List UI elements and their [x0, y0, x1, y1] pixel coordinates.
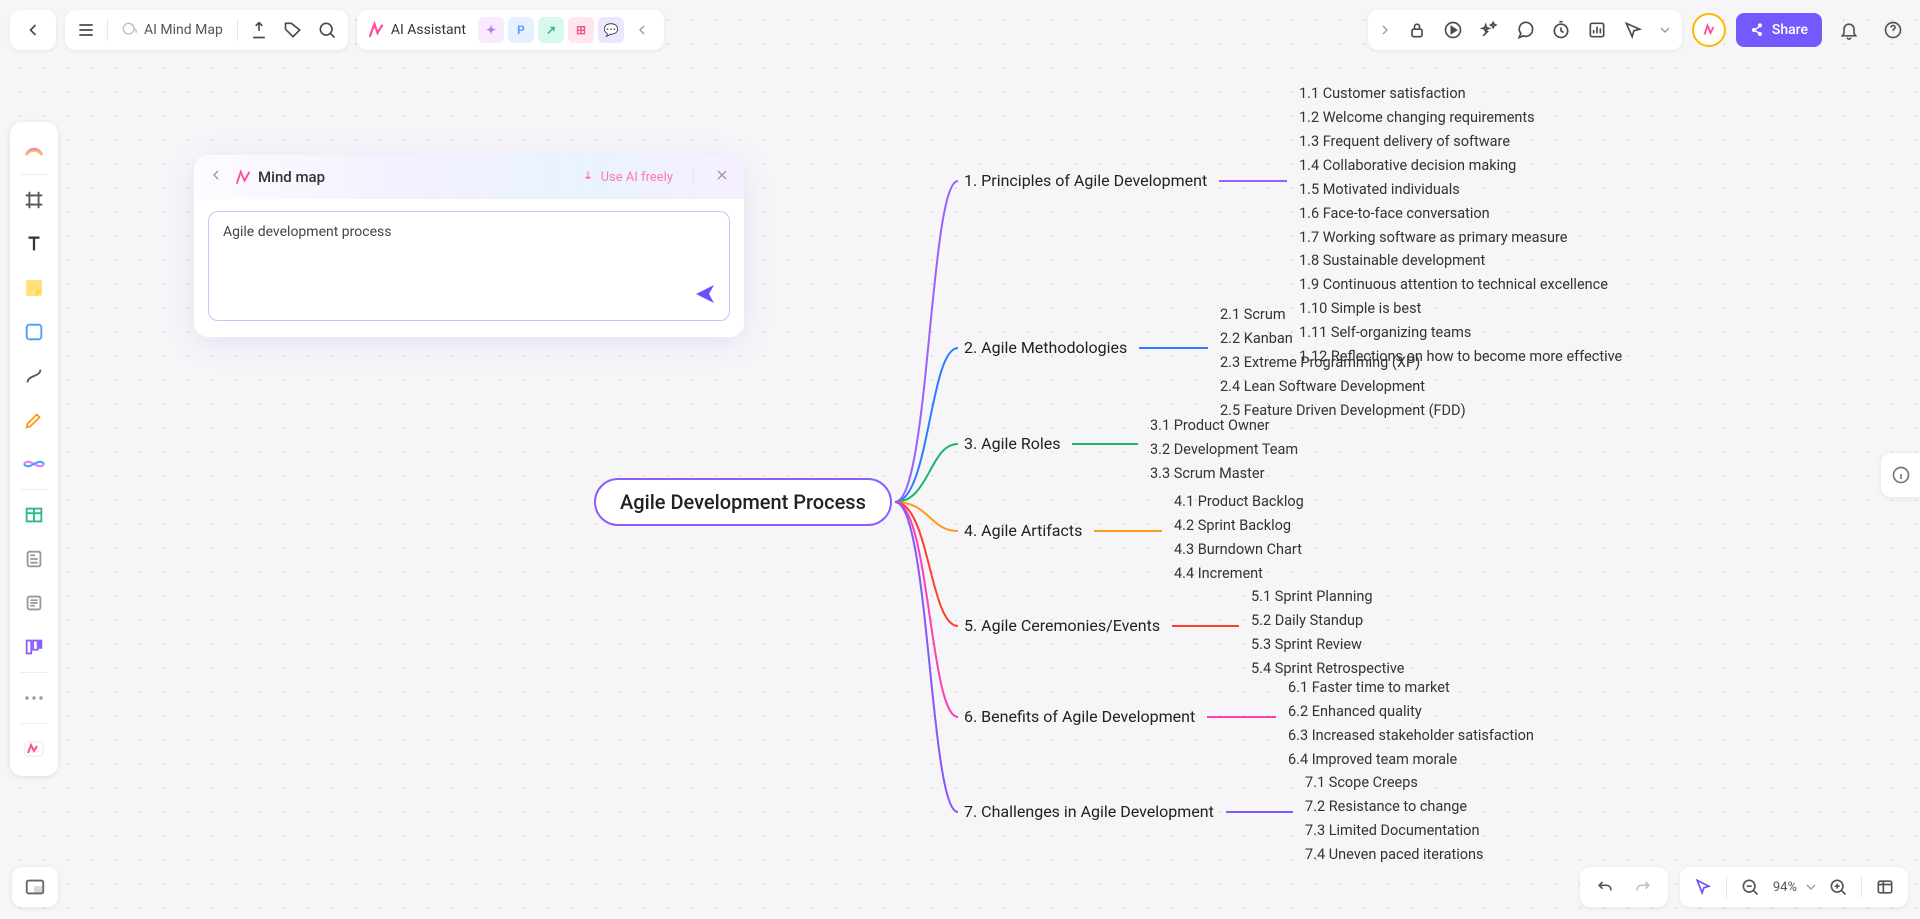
right-collapse[interactable]	[1372, 13, 1398, 47]
view-group: 94%	[1680, 867, 1908, 907]
user-avatar[interactable]	[1692, 13, 1726, 47]
branch-label-2[interactable]: 2. Agile Methodologies	[964, 334, 1127, 361]
tool-apps[interactable]	[15, 730, 53, 768]
timer-button[interactable]	[1544, 13, 1578, 47]
chip-2[interactable]: P	[508, 17, 534, 43]
tool-frame[interactable]	[15, 181, 53, 219]
tool-sticky[interactable]	[15, 269, 53, 307]
chip-5[interactable]: 💬	[598, 17, 624, 43]
history-group	[1580, 867, 1668, 907]
ai-card-back[interactable]	[208, 167, 224, 187]
ai-send-button[interactable]	[693, 282, 717, 310]
minimap-button[interactable]	[12, 867, 58, 907]
cursor-mode[interactable]	[1686, 870, 1720, 904]
notifications-button[interactable]	[1832, 13, 1866, 47]
tool-mindmap[interactable]	[15, 445, 53, 483]
toolbar-group-nav	[10, 10, 56, 50]
toolbar-group-right	[1368, 10, 1682, 50]
top-left-toolbar: AI Mind Map AI Assistant ✦ P ↗ ⊞ 💬	[10, 10, 664, 50]
redo-button[interactable]	[1626, 870, 1660, 904]
branch-label-3[interactable]: 3. Agile Roles	[964, 430, 1060, 457]
zoom-out-button[interactable]	[1733, 870, 1767, 904]
bottom-right-controls: 94%	[1580, 867, 1908, 907]
tool-pen[interactable]	[15, 401, 53, 439]
undo-button[interactable]	[1588, 870, 1622, 904]
menu-button[interactable]	[69, 13, 103, 47]
toolbar-group-file: AI Mind Map	[65, 10, 348, 50]
ai-mindmap-card: Mind map Use AI freely Agile development…	[194, 155, 744, 337]
tool-more[interactable]	[15, 679, 53, 717]
tool-kanban[interactable]	[15, 628, 53, 666]
chip-4[interactable]: ⊞	[568, 17, 594, 43]
more-tools-chevron[interactable]	[1652, 13, 1678, 47]
play-button[interactable]	[1436, 13, 1470, 47]
left-toolbar	[10, 122, 58, 776]
fit-view-button[interactable]	[1868, 870, 1902, 904]
ai-card-hint[interactable]: Use AI freely	[580, 169, 673, 185]
chip-1[interactable]: ✦	[478, 17, 504, 43]
comment-button[interactable]	[1508, 13, 1542, 47]
tool-templates[interactable]	[15, 130, 53, 168]
branch-label-1[interactable]: 1. Principles of Agile Development	[964, 167, 1207, 194]
tool-shape[interactable]	[15, 313, 53, 351]
mindmap-root-node[interactable]: Agile Development Process	[594, 478, 892, 526]
tool-table[interactable]	[15, 496, 53, 534]
file-title[interactable]: AI Mind Map	[112, 22, 233, 38]
pointer-share-button[interactable]	[1616, 13, 1650, 47]
effects-button[interactable]	[1472, 13, 1506, 47]
ai-card-close[interactable]	[714, 167, 730, 187]
ai-template-chips: ✦ P ↗ ⊞ 💬	[478, 17, 624, 43]
tool-note[interactable]	[15, 540, 53, 578]
search-button[interactable]	[310, 13, 344, 47]
help-button[interactable]	[1876, 13, 1910, 47]
share-button[interactable]: Share	[1736, 13, 1822, 47]
zoom-in-button[interactable]	[1821, 870, 1855, 904]
back-button[interactable]	[16, 13, 50, 47]
zoom-level[interactable]: 94%	[1769, 880, 1801, 895]
tool-text[interactable]	[15, 225, 53, 263]
top-right-toolbar: Share	[1368, 10, 1910, 50]
ai-input[interactable]: Agile development process	[208, 211, 730, 321]
ai-assistant-label: AI Assistant	[391, 22, 466, 38]
canvas-background[interactable]	[0, 0, 1920, 919]
ai-input-value: Agile development process	[223, 224, 391, 240]
export-button[interactable]	[242, 13, 276, 47]
chip-3[interactable]: ↗	[538, 17, 564, 43]
lock-button[interactable]	[1400, 13, 1434, 47]
poll-button[interactable]	[1580, 13, 1614, 47]
ai-assistant-pill[interactable]: AI Assistant ✦ P ↗ ⊞ 💬	[357, 10, 664, 50]
tool-connector[interactable]	[15, 357, 53, 395]
branch-label-4[interactable]: 4. Agile Artifacts	[964, 517, 1082, 544]
info-button[interactable]	[1881, 453, 1920, 497]
branch-label-7[interactable]: 7. Challenges in Agile Development	[964, 798, 1214, 825]
chevron-down-icon[interactable]	[1803, 879, 1819, 895]
ai-card-title: Mind map	[234, 168, 325, 186]
tool-list[interactable]	[15, 584, 53, 622]
branch-label-6[interactable]: 6. Benefits of Agile Development	[964, 703, 1195, 730]
tag-button[interactable]	[276, 13, 310, 47]
share-label: Share	[1772, 22, 1808, 38]
ai-pill-collapse[interactable]	[630, 13, 654, 47]
branch-label-5[interactable]: 5. Agile Ceremonies/Events	[964, 612, 1160, 639]
